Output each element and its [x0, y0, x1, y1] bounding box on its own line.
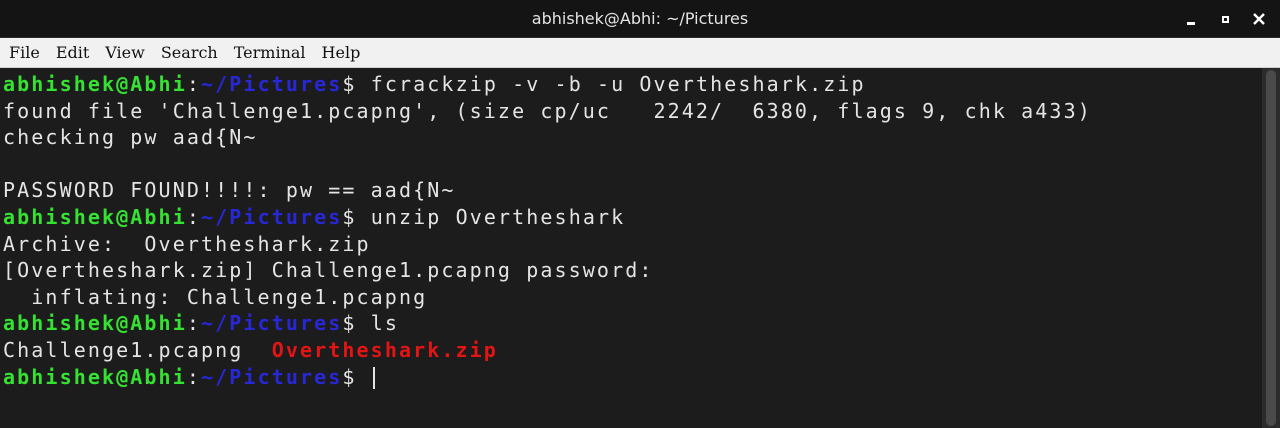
prompt-symbol: $: [342, 311, 357, 336]
command-text: ls: [356, 311, 400, 336]
menu-bar: File Edit View Search Terminal Help: [0, 38, 1280, 68]
prompt-path: ~/Pictures: [201, 72, 343, 96]
prompt-symbol: $: [342, 204, 357, 229]
prompt-user: abhishek@Abhi: [3, 364, 187, 389]
output-line: Archive: Overtheshark.zip: [3, 231, 371, 256]
prompt-path: ~/Pictures: [201, 204, 343, 229]
prompt-symbol: $: [342, 72, 357, 96]
prompt-line-3: abhishek@Abhi:~/Pictures$ ls: [3, 310, 1262, 337]
ls-file-zip: Overtheshark.zip: [271, 337, 498, 362]
prompt-user: abhishek@Abhi: [3, 311, 187, 336]
scrollbar-thumb[interactable]: [1266, 70, 1276, 426]
prompt-sep: :: [186, 72, 201, 96]
prompt-symbol: $: [342, 364, 357, 389]
command-text: fcrackzip -v -b -u Overtheshark.zip: [356, 72, 866, 96]
menu-file[interactable]: File: [1, 39, 48, 66]
window-title: abhishek@Abhi: ~/Pictures: [531, 9, 749, 28]
scrollbar[interactable]: [1262, 68, 1280, 428]
menu-help[interactable]: Help: [314, 39, 369, 66]
command-text: unzip Overtheshark: [356, 204, 626, 229]
prompt-path: ~/Pictures: [201, 311, 343, 336]
output-line: checking pw aad{N~: [3, 125, 258, 150]
output-line: found file 'Challenge1.pcapng', (size cp…: [3, 98, 1092, 123]
text-cursor: [372, 367, 375, 390]
prompt-line-1: abhishek@Abhi:~/Pictures$ fcrackzip -v -…: [3, 71, 1262, 98]
prompt-sep: :: [186, 204, 201, 229]
menu-view[interactable]: View: [97, 39, 153, 66]
terminal-window: abhishek@Abhi: ~/Pictures File Edit View…: [0, 0, 1280, 428]
prompt-line-2: abhishek@Abhi:~/Pictures$ unzip Overthes…: [3, 204, 1262, 231]
ls-file-pcapng: Challenge1.pcapng: [3, 337, 272, 362]
output-line: [Overtheshark.zip] Challenge1.pcapng pas…: [3, 258, 654, 283]
menu-terminal[interactable]: Terminal: [226, 39, 314, 66]
output-line: PASSWORD FOUND!!!!: pw == aad{N~: [3, 178, 456, 203]
terminal-output[interactable]: abhishek@Abhi:~/Pictures$ fcrackzip -v -…: [0, 68, 1262, 428]
menu-edit[interactable]: Edit: [48, 39, 97, 66]
close-icon[interactable]: [1250, 10, 1268, 28]
title-bar[interactable]: abhishek@Abhi: ~/Pictures: [0, 0, 1280, 38]
minimize-icon[interactable]: [1182, 10, 1200, 28]
menu-search[interactable]: Search: [153, 39, 226, 66]
prompt-line-4: abhishek@Abhi:~/Pictures$: [3, 364, 1262, 391]
prompt-path: ~/Pictures: [201, 364, 343, 389]
prompt-sep: :: [186, 364, 201, 389]
prompt-sep: :: [186, 311, 201, 336]
output-line: inflating: Challenge1.pcapng: [3, 284, 428, 309]
ls-output-line: Challenge1.pcapng Overtheshark.zip: [3, 337, 1262, 364]
prompt-user: abhishek@Abhi: [3, 204, 187, 229]
prompt-user: abhishek@Abhi: [3, 72, 187, 96]
maximize-icon[interactable]: [1216, 10, 1234, 28]
command-text: [357, 365, 371, 389]
